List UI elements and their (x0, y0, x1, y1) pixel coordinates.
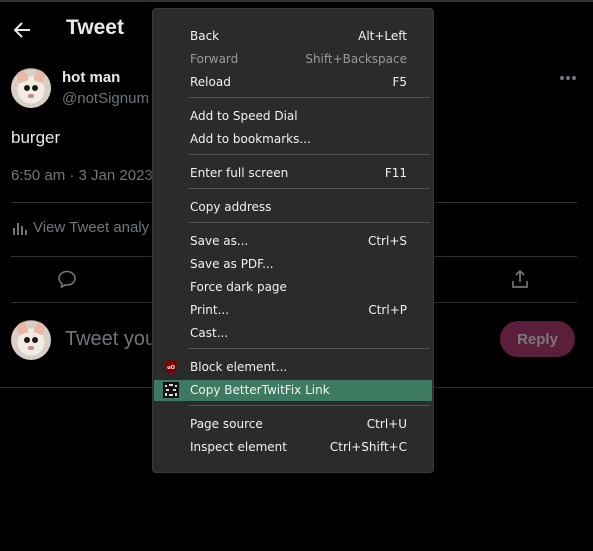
reply-button[interactable]: Reply (500, 321, 575, 357)
author-avatar[interactable] (11, 68, 51, 108)
menu-separator (189, 405, 430, 406)
menu-item-copy-address[interactable]: Copy address (154, 197, 432, 218)
back-arrow-icon[interactable] (10, 18, 34, 42)
author-handle[interactable]: @notSignum (62, 90, 149, 107)
menu-separator (189, 348, 430, 349)
menu-item-force-dark-page[interactable]: Force dark page (154, 277, 432, 298)
context-menu: Back Alt+Left Forward Shift+Backspace Re… (152, 8, 434, 473)
menu-separator (189, 154, 430, 155)
svg-text:uO: uO (167, 365, 175, 371)
reply-icon[interactable] (57, 269, 77, 289)
menu-item-back[interactable]: Back Alt+Left (154, 26, 432, 47)
ublock-icon: uO (165, 360, 177, 374)
menu-item-forward: Forward Shift+Backspace (190, 52, 407, 66)
page-title: Tweet (66, 16, 124, 39)
menu-item-block-element[interactable]: uO Block element... (154, 357, 432, 378)
menu-item-copy-bettertwitfix-link[interactable]: Copy BetterTwitFix Link (154, 380, 432, 401)
more-options-icon[interactable] (559, 75, 577, 81)
menu-item-enter-full-screen[interactable]: Enter full screen F11 (154, 163, 432, 184)
share-icon[interactable] (510, 269, 530, 289)
view-analytics-link[interactable]: View Tweet analy (11, 219, 149, 236)
menu-separator (189, 188, 430, 189)
menu-item-save-as[interactable]: Save as... Ctrl+S (154, 231, 432, 252)
user-avatar[interactable] (11, 320, 51, 360)
menu-item-print[interactable]: Print... Ctrl+P (154, 300, 432, 321)
menu-item-reload[interactable]: Reload F5 (154, 72, 432, 93)
menu-item-page-source[interactable]: Page source Ctrl+U (154, 414, 432, 435)
menu-separator (189, 97, 430, 98)
tweet-timestamp[interactable]: 6:50 am · 3 Jan 2023 (11, 167, 153, 184)
analytics-icon (13, 222, 27, 235)
menu-item-save-as-pdf[interactable]: Save as PDF... (154, 254, 432, 275)
tweet-text: burger (11, 128, 61, 147)
bettertwitfix-icon (163, 382, 179, 398)
menu-item-add-to-speed-dial[interactable]: Add to Speed Dial (154, 106, 432, 127)
top-border (0, 0, 593, 2)
reply-input[interactable]: Tweet you (65, 328, 156, 351)
menu-item-inspect-element[interactable]: Inspect element Ctrl+Shift+C (154, 437, 432, 458)
menu-item-cast[interactable]: Cast... (154, 323, 432, 344)
menu-item-add-to-bookmarks[interactable]: Add to bookmarks... (154, 129, 432, 150)
menu-separator (189, 222, 430, 223)
author-name[interactable]: hot man (62, 69, 120, 86)
analytics-label: View Tweet analy (33, 219, 150, 236)
